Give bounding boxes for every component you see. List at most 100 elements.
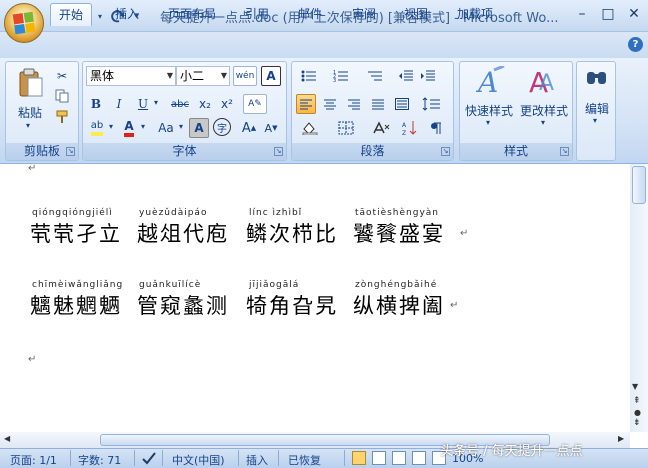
pinyin-text: jījiǎogālá [249,280,300,290]
underline-button[interactable]: U [133,94,153,114]
bold-button[interactable]: B [86,94,106,114]
outline-view-icon[interactable] [412,451,426,465]
tab-mailings[interactable]: 邮件 [290,3,330,26]
vertical-scrollbar[interactable] [630,164,648,432]
clear-formatting-button[interactable]: A✎ [243,94,267,114]
multilevel-list-icon[interactable] [362,66,388,86]
grow-font-button[interactable]: A ▲ [239,118,259,138]
find-icon [587,72,606,84]
font-size-combo[interactable]: 小二 ▼ [176,66,230,86]
numbering-icon[interactable]: 123 [328,66,354,86]
tab-references[interactable]: 引用 [237,3,277,26]
paste-dropdown-icon: ▾ [26,121,31,130]
tab-insert[interactable]: 插入 [107,3,147,26]
bullets-icon[interactable] [296,66,322,86]
print-layout-icon[interactable] [352,451,366,465]
next-page-icon[interactable]: ⇟ [633,418,641,428]
tab-page-layout[interactable]: 页面布局 [160,3,224,26]
paste-button[interactable]: 粘贴 ▾ [12,66,48,130]
tab-review[interactable]: 审阅 [344,3,384,26]
chinese-layout-icon[interactable] [368,118,396,138]
word-count[interactable]: 字数: 71 [78,452,121,468]
styles-launcher-icon[interactable]: ↘ [560,147,569,156]
paragraph-mark: ↵ [460,228,469,239]
scroll-left-icon[interactable]: ◀ [4,434,10,443]
copy-icon[interactable] [52,86,72,106]
tab-home[interactable]: 开始 [50,3,93,26]
line-spacing-icon[interactable] [418,94,446,114]
tab-view[interactable]: 视图 [396,3,436,26]
scroll-right-icon[interactable]: ▶ [618,434,624,443]
chevron-down-icon[interactable]: ▾ [154,98,158,107]
chevron-down-icon: ▾ [486,118,491,127]
select-browse-object-icon[interactable]: ● [634,408,641,417]
language-indicator[interactable]: 中文(中国) [172,452,225,468]
chevron-down-icon[interactable]: ▾ [109,122,113,131]
chevron-down-icon: ▾ [541,118,546,127]
italic-button[interactable]: I [109,94,129,114]
change-case-button[interactable]: Aa [153,118,179,138]
minimize-button[interactable]: – [572,5,592,23]
idiom-text: 饕餮盛宴 [353,222,445,246]
align-center-icon[interactable] [320,94,340,114]
editing-button[interactable]: 编辑 ▾ [579,64,615,134]
scroll-down-icon[interactable]: ▼ [632,382,638,391]
change-styles-button[interactable]: A A 更改样式 ▾ [517,64,571,134]
chevron-down-icon[interactable]: ▾ [179,122,183,131]
superscript-button[interactable]: x² [217,94,237,114]
styles-label: 样式 [460,143,572,160]
subscript-button[interactable]: x₂ [195,94,215,114]
close-button[interactable]: ✕ [624,5,644,23]
justify-icon[interactable] [368,94,388,114]
format-painter-icon[interactable] [52,107,72,127]
font-color-button[interactable]: A [119,118,139,138]
office-button-icon[interactable] [4,3,44,43]
character-border-button[interactable]: A [261,66,281,86]
paragraph-launcher-icon[interactable]: ↘ [441,147,450,156]
vertical-scroll-thumb[interactable] [632,166,646,204]
shrink-font-button[interactable]: A ▼ [261,118,281,138]
show-marks-icon[interactable] [426,118,446,138]
increase-indent-icon[interactable] [418,66,438,86]
tab-add-ins[interactable]: 加载项 [449,3,501,26]
undo-dropdown-icon[interactable]: ▾ [96,8,104,24]
idiom-text: 茕茕孑立 [30,222,122,246]
font-launcher-icon[interactable]: ↘ [274,147,283,156]
quick-styles-label: 快速样式 [464,104,513,118]
full-screen-reading-icon[interactable] [372,451,386,465]
paragraph-mark: ↵ [28,354,37,365]
help-icon[interactable]: ? [628,37,643,52]
svg-text:Z: Z [402,130,406,136]
page-indicator[interactable]: 页面: 1/1 [10,452,57,468]
font-name-combo[interactable]: 黑体 ▼ [86,66,176,86]
sort-icon[interactable]: AZ [400,118,420,138]
maximize-button[interactable]: □ [598,5,618,23]
cut-icon[interactable]: ✂ [52,66,72,86]
web-layout-icon[interactable] [392,451,406,465]
distributed-icon[interactable] [392,94,412,114]
idiom-text: 纵横捭阖 [353,294,445,318]
font-size-value: 小二 [180,69,205,83]
quick-styles-button[interactable]: A 快速样式 ▾ [462,64,516,134]
borders-icon[interactable] [332,118,360,138]
align-right-icon[interactable] [344,94,364,114]
enclose-characters-button[interactable]: 字 [213,118,231,136]
editing-label-text: 编辑 [584,102,609,116]
highlight-button[interactable]: ab [86,118,108,138]
shading-icon[interactable] [296,118,324,138]
phonetic-guide-button[interactable]: wén [233,66,257,86]
decrease-indent-icon[interactable] [396,66,416,86]
insert-mode[interactable]: 插入 [246,452,268,468]
previous-page-icon[interactable]: ⇞ [633,396,641,406]
proofing-icon[interactable] [141,450,157,466]
clipboard-launcher-icon[interactable]: ↘ [66,147,75,156]
status-separator [134,450,135,466]
change-styles-label: 更改样式 [519,104,568,118]
chevron-down-icon[interactable]: ▾ [141,122,145,131]
quick-styles-icon: A [475,66,505,96]
document-area[interactable]: ↵ qióngqióngjiélì yuèzǔdàipáo línc ìzhìb… [0,163,630,432]
align-left-icon[interactable] [296,94,316,114]
strikethrough-button[interactable]: abc [167,94,193,114]
character-shading-button[interactable]: A [189,118,209,138]
svg-text:A: A [539,71,554,96]
